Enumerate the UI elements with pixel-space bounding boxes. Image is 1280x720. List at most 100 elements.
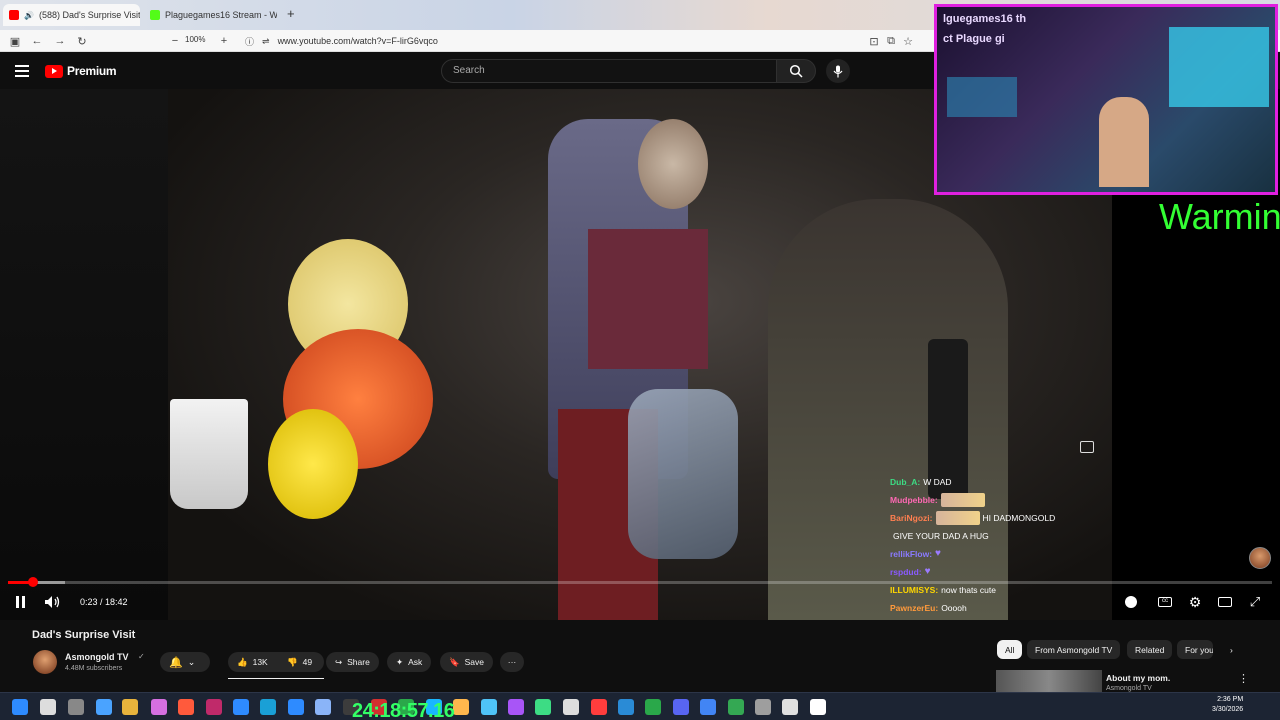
chat-emote-icon [935, 511, 980, 525]
gear-icon: ⚙ [1188, 593, 1202, 610]
app-icon[interactable] [535, 699, 551, 715]
dislike-button[interactable]: 👎 49 [278, 652, 324, 672]
discord-icon[interactable] [673, 699, 689, 715]
chip-from-channel[interactable]: From Asmongold TV [1027, 640, 1121, 659]
theater-icon [1218, 597, 1232, 607]
browser-icon[interactable] [178, 699, 194, 715]
back-icon[interactable]: ← [29, 33, 45, 49]
subscriber-count: 4.48M subscribers [65, 665, 123, 672]
more-horizontal-icon: ··· [507, 657, 517, 667]
youtube-play-icon [45, 64, 63, 78]
app-icon[interactable] [618, 699, 634, 715]
chrome-icon[interactable] [700, 699, 716, 715]
notification-bell-button[interactable]: 🔔 ⌄ [160, 652, 210, 672]
chip-all[interactable]: All [997, 640, 1023, 659]
new-tab-button[interactable]: + [287, 6, 295, 21]
bookmark-star-icon[interactable]: ☆ [900, 33, 916, 49]
forward-icon[interactable]: → [52, 33, 68, 49]
chip-related[interactable]: Related [1127, 640, 1173, 659]
zoom-out-icon[interactable]: − [167, 33, 183, 49]
share-button[interactable]: ↪ Share [326, 652, 379, 672]
reload-icon[interactable]: ↻ [74, 33, 90, 49]
autoplay-toggle[interactable] [1124, 594, 1138, 610]
voice-search-button[interactable] [826, 59, 850, 83]
related-video-thumbnail[interactable] [996, 670, 1102, 692]
screen: 🔊 (588) Dad's Surprise Visit - × Plagueg… [0, 0, 1280, 720]
system-clock[interactable]: 2:36 PM 3/30/2026 [1212, 695, 1243, 715]
search-input[interactable]: Search [441, 59, 777, 83]
site-info-icon[interactable]: ⓘ [245, 35, 254, 48]
chat-text: GIVE YOUR DAD A HUG [893, 531, 989, 541]
more-vertical-icon[interactable]: ⋮ [1238, 672, 1249, 685]
settings-button[interactable]: ⚙ [1187, 594, 1203, 610]
monitor-shape [1169, 27, 1269, 107]
tune-icon[interactable]: ⇌ [262, 36, 270, 47]
steam-icon[interactable] [288, 699, 304, 715]
youtube-icon[interactable] [591, 699, 607, 715]
start-icon[interactable] [12, 699, 28, 715]
chat-message: rellikFlow: ♥ [890, 545, 1130, 563]
widgets-icon[interactable] [96, 699, 112, 715]
channel-avatar[interactable] [33, 650, 57, 674]
tab-kick[interactable]: Plaguegames16 Stream - Watch × [144, 4, 277, 26]
channel-avatar-overlay[interactable] [1249, 547, 1271, 569]
app-icon[interactable] [508, 699, 524, 715]
volume-button[interactable] [44, 594, 62, 610]
app-icon[interactable] [782, 699, 798, 715]
channel-name[interactable]: Asmongold TV [65, 652, 129, 662]
file-explorer-icon[interactable] [122, 699, 138, 715]
warming-overlay-text: Warmin [1159, 196, 1280, 237]
chat-text: Ooooh [941, 603, 967, 613]
app-icon[interactable] [810, 699, 826, 715]
shirt-shape [588, 229, 708, 369]
chip-next-icon[interactable]: › [1222, 640, 1241, 659]
sparkle-icon: ✦ [396, 656, 404, 667]
url-field[interactable]: ⓘ ⇌ www.youtube.com/watch?v=F-lirG6vqco [245, 32, 925, 50]
zoom-in-icon[interactable]: + [216, 33, 232, 49]
search-icon[interactable] [40, 699, 56, 715]
verified-icon: ✓ [138, 652, 145, 661]
app-icon[interactable] [563, 699, 579, 715]
app-icon[interactable] [151, 699, 167, 715]
windows-taskbar [0, 692, 1280, 720]
autoplay-icon [1125, 596, 1137, 608]
youtube-logo[interactable]: Premium [45, 64, 117, 78]
app-icon[interactable] [453, 699, 469, 715]
save-button[interactable]: 🔖 Save [440, 652, 493, 672]
edge-icon[interactable] [233, 699, 249, 715]
theater-mode-button[interactable] [1217, 594, 1233, 610]
plastic-bag-shape [628, 389, 738, 559]
thumbs-up-icon: 👍 [237, 656, 248, 667]
related-video-title[interactable]: About my mom. [1106, 673, 1170, 683]
fullscreen-button[interactable]: ⤢ [1247, 594, 1263, 610]
install-icon[interactable]: ⊡ [866, 33, 882, 49]
app-icon[interactable] [728, 699, 744, 715]
app-icon[interactable] [260, 699, 276, 715]
app-icon[interactable] [315, 699, 331, 715]
menu-icon[interactable] [15, 65, 29, 80]
spreadsheet-icon[interactable] [645, 699, 661, 715]
subtitles-button[interactable]: cc [1157, 594, 1173, 610]
sidebar-toggle-icon[interactable]: ▣ [7, 33, 23, 49]
more-actions-button[interactable]: ··· [500, 652, 524, 672]
chat-username: rellikFlow: [890, 549, 933, 559]
heart-icon: ♥ [935, 548, 941, 559]
search-button[interactable] [776, 59, 816, 83]
chat-username: Mudpebble: [890, 495, 938, 505]
tab-youtube[interactable]: 🔊 (588) Dad's Surprise Visit - × [3, 4, 140, 26]
ask-button[interactable]: ✦ Ask [387, 652, 432, 672]
like-button[interactable]: 👍 13K [228, 652, 278, 672]
chat-message: GIVE YOUR DAD A HUG [890, 527, 1130, 545]
chat-text: HI DADMONGOLD [982, 513, 1056, 523]
progress-bar[interactable] [8, 577, 1272, 587]
pause-button[interactable] [12, 594, 28, 610]
miniplayer-expand-icon[interactable] [1080, 441, 1094, 453]
app-icon[interactable] [481, 699, 497, 715]
chip-for-you[interactable]: For you [1177, 640, 1213, 659]
save-label: Save [464, 657, 484, 667]
kick-favicon-icon [150, 10, 160, 20]
task-view-icon[interactable] [68, 699, 84, 715]
app-icon[interactable] [755, 699, 771, 715]
extension-icon[interactable]: ⧉ [883, 33, 899, 49]
app-icon[interactable] [206, 699, 222, 715]
